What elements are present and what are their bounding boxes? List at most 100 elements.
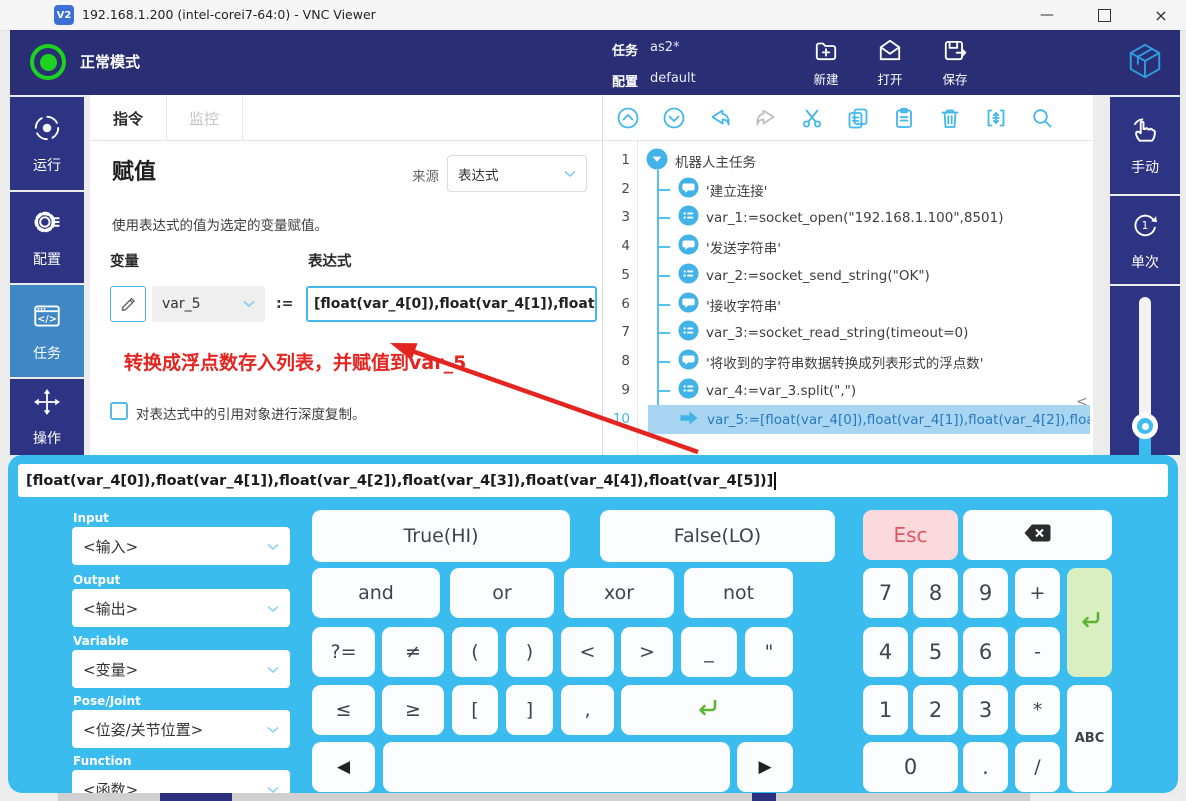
variable-selector[interactable]: <变量> (72, 650, 290, 688)
key-bracket-close[interactable]: ] (506, 685, 553, 735)
edit-variable-button[interactable] (110, 286, 146, 322)
key-xor[interactable]: xor (564, 568, 674, 618)
key-dot[interactable]: . (963, 742, 1008, 792)
sidebar-item-task[interactable]: </> 任务 (10, 285, 84, 377)
minimize-button[interactable]: — (1024, 0, 1070, 30)
tab-monitor[interactable]: 监控 (166, 95, 243, 141)
variable-select[interactable]: var_5 (152, 286, 265, 322)
key-plus[interactable]: + (1015, 568, 1060, 618)
sidebar-item-manual[interactable]: 手动 (1110, 97, 1180, 194)
tree-row[interactable]: var_2:=socket_send_string("OK") (678, 261, 1088, 290)
key-9[interactable]: 9 (963, 568, 1008, 618)
key-not-equal[interactable]: ≠ (382, 627, 444, 677)
chevron-down-icon (267, 537, 279, 555)
paste-icon[interactable] (892, 106, 916, 130)
cut-icon[interactable] (800, 106, 824, 130)
key-3[interactable]: 3 (963, 685, 1008, 735)
save-task-button[interactable]: 保存 (929, 37, 981, 91)
tab-instruction[interactable]: 指令 (90, 95, 167, 141)
tree-row[interactable]: '发送字符串' (678, 232, 1088, 261)
key-1[interactable]: 1 (863, 685, 908, 735)
tree-row[interactable]: var_3:=socket_read_string(timeout=0) (678, 318, 1088, 347)
tree-row[interactable]: '接收字符串' (678, 290, 1088, 319)
move-down-icon[interactable] (662, 106, 686, 130)
mode-indicator[interactable] (30, 44, 66, 80)
key-space[interactable] (383, 742, 730, 792)
sidebar-item-operate[interactable]: 操作 (10, 379, 84, 455)
key-enter[interactable] (1067, 568, 1112, 677)
tree-row[interactable]: var_4:=var_3.split(",") (678, 376, 1088, 405)
key-cursor-right[interactable]: ▶ (737, 742, 793, 792)
assignment-icon (678, 263, 699, 288)
key-less-equal[interactable]: ≤ (312, 685, 375, 735)
maximize-button[interactable] (1081, 0, 1127, 30)
function-selector[interactable]: <函数> (72, 770, 290, 793)
tree-row[interactable]: var_1:=socket_open("192.168.1.100",8501) (678, 203, 1088, 232)
sidebar-item-single-run[interactable]: 1 单次 (1110, 196, 1180, 284)
key-and[interactable]: and (312, 568, 440, 618)
sidebar-item-config[interactable]: 配置 (10, 192, 84, 283)
output-selector-label: Output (73, 573, 120, 587)
tree-connector (657, 275, 670, 277)
search-icon[interactable] (1030, 106, 1054, 130)
new-task-button[interactable]: 新建 (800, 37, 852, 91)
expression-input[interactable]: [float(var_4[0]),float(var_4[1]),float(v… (306, 286, 597, 322)
key-or[interactable]: or (450, 568, 554, 618)
key-false-lo[interactable]: False(LO) (600, 510, 835, 562)
key-8[interactable]: 8 (913, 568, 958, 618)
key-true-hi[interactable]: True(HI) (312, 510, 570, 562)
tree-row-root[interactable]: 机器人主任务 (646, 146, 1086, 175)
key-newline[interactable] (621, 685, 793, 735)
expression-editor-input[interactable]: [float(var_4[0]),float(var_4[1]),float(v… (18, 464, 1168, 497)
deep-copy-checkbox[interactable] (110, 402, 128, 420)
key-2[interactable]: 2 (913, 685, 958, 735)
sidebar-item-run[interactable]: 运行 (10, 97, 84, 190)
comment-icon (678, 349, 699, 374)
key-4[interactable]: 4 (863, 627, 908, 677)
current-line-arrow-icon (678, 407, 700, 433)
key-greater-equal[interactable]: ≥ (382, 685, 444, 735)
bottom-strip-fragment (160, 793, 232, 801)
undo-icon[interactable] (708, 106, 732, 130)
key-bracket-open[interactable]: [ (452, 685, 498, 735)
key-7[interactable]: 7 (863, 568, 908, 618)
input-selector[interactable]: <输入> (72, 527, 290, 565)
tree-row[interactable]: '将收到的字符串数据转换成列表形式的浮点数' (678, 347, 1088, 376)
key-0[interactable]: 0 (863, 742, 958, 792)
replace-icon[interactable] (984, 106, 1008, 130)
pose-joint-selector[interactable]: <位姿/关节位置> (72, 710, 290, 748)
key-query-equals[interactable]: ?= (312, 627, 375, 677)
line-number-current: 10 (602, 405, 630, 434)
key-6[interactable]: 6 (963, 627, 1008, 677)
copy-icon[interactable] (846, 106, 870, 130)
key-paren-open[interactable]: ( (452, 627, 498, 677)
key-underscore[interactable]: _ (681, 627, 737, 677)
expand-node-icon[interactable] (646, 148, 668, 174)
open-task-button[interactable]: 打开 (864, 37, 916, 91)
delete-icon[interactable] (938, 106, 962, 130)
output-selector[interactable]: <输出> (72, 589, 290, 627)
key-asterisk[interactable]: * (1015, 685, 1060, 735)
key-greater-than[interactable]: > (621, 627, 673, 677)
close-button[interactable]: × (1138, 0, 1184, 30)
move-up-icon[interactable] (616, 106, 640, 130)
key-slash[interactable]: / (1015, 742, 1060, 792)
tree-row[interactable]: '建立连接' (678, 175, 1088, 204)
key-not[interactable]: not (684, 568, 793, 618)
sidebar-item-label: 手动 (1131, 157, 1159, 177)
slider-handle[interactable] (1132, 413, 1158, 439)
key-backspace[interactable] (963, 510, 1112, 560)
key-comma[interactable]: , (561, 685, 614, 735)
key-5[interactable]: 5 (913, 627, 958, 677)
key-quote[interactable]: " (745, 627, 793, 677)
collapse-panel-chevron[interactable]: < (1076, 394, 1088, 410)
key-abc[interactable]: ABC (1067, 685, 1112, 792)
key-cursor-left[interactable]: ◀ (312, 742, 375, 792)
redo-icon[interactable] (754, 106, 778, 130)
key-esc[interactable]: Esc (863, 510, 958, 560)
key-minus[interactable]: - (1015, 627, 1060, 677)
tree-row-current[interactable]: var_5:=[float(var_4[0]),float(var_4[1]),… (678, 405, 1090, 434)
key-paren-close[interactable]: ) (506, 627, 553, 677)
key-less-than[interactable]: < (561, 627, 614, 677)
source-select[interactable]: 表达式 (447, 155, 587, 192)
